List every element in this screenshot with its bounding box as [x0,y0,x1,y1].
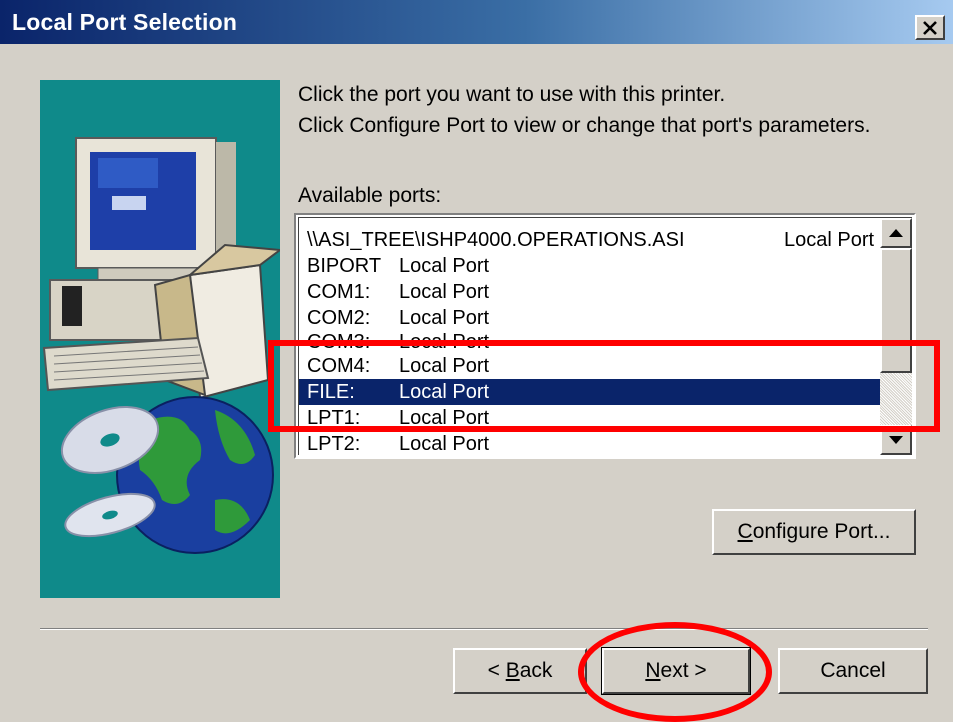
title-bar: Local Port Selection [0,0,953,44]
close-icon [923,20,937,35]
instruction-line-2: Click Configure Port to view or change t… [298,114,871,137]
window-title: Local Port Selection [12,9,238,35]
list-item[interactable]: COM3: Local Port [299,331,881,353]
list-item[interactable]: COM1: Local Port [299,279,881,305]
arrow-down-icon [889,436,903,444]
close-button[interactable] [915,15,945,40]
cancel-button[interactable]: Cancel [778,648,928,694]
back-button[interactable]: < Back [453,648,587,694]
available-ports-label: Available ports: [298,184,442,207]
scroll-down-button[interactable] [880,425,912,455]
scroll-thumb[interactable] [880,248,912,373]
list-item[interactable]: COM4: Local Port [299,353,881,379]
instruction-line-1: Click the port you want to use with this… [298,83,726,106]
next-button[interactable]: Next > [601,647,751,695]
ports-listbox[interactable]: \\ASI_TREE\ISHP4000.OPERATIONS.ASI Local… [294,213,916,459]
list-item[interactable]: BIPORT Local Port [299,253,881,279]
list-item[interactable]: \\ASI_TREE\ISHP4000.OPERATIONS.ASI Local… [299,227,881,253]
list-item[interactable]: LPT1: Local Port [299,405,881,431]
separator [40,628,928,630]
arrow-up-icon [889,229,903,237]
list-item[interactable]: COM2: Local Port [299,305,881,331]
wizard-illustration [40,80,280,598]
computer-icon [42,137,280,400]
scroll-up-button[interactable] [880,218,912,248]
list-item-selected[interactable]: FILE: Local Port [299,379,881,405]
configure-port-button[interactable]: Configure Port... [712,509,916,555]
list-item[interactable]: LPT2: Local Port [299,431,881,455]
ports-list: \\ASI_TREE\ISHP4000.OPERATIONS.ASI Local… [299,227,881,455]
vertical-scrollbar[interactable] [880,218,912,455]
